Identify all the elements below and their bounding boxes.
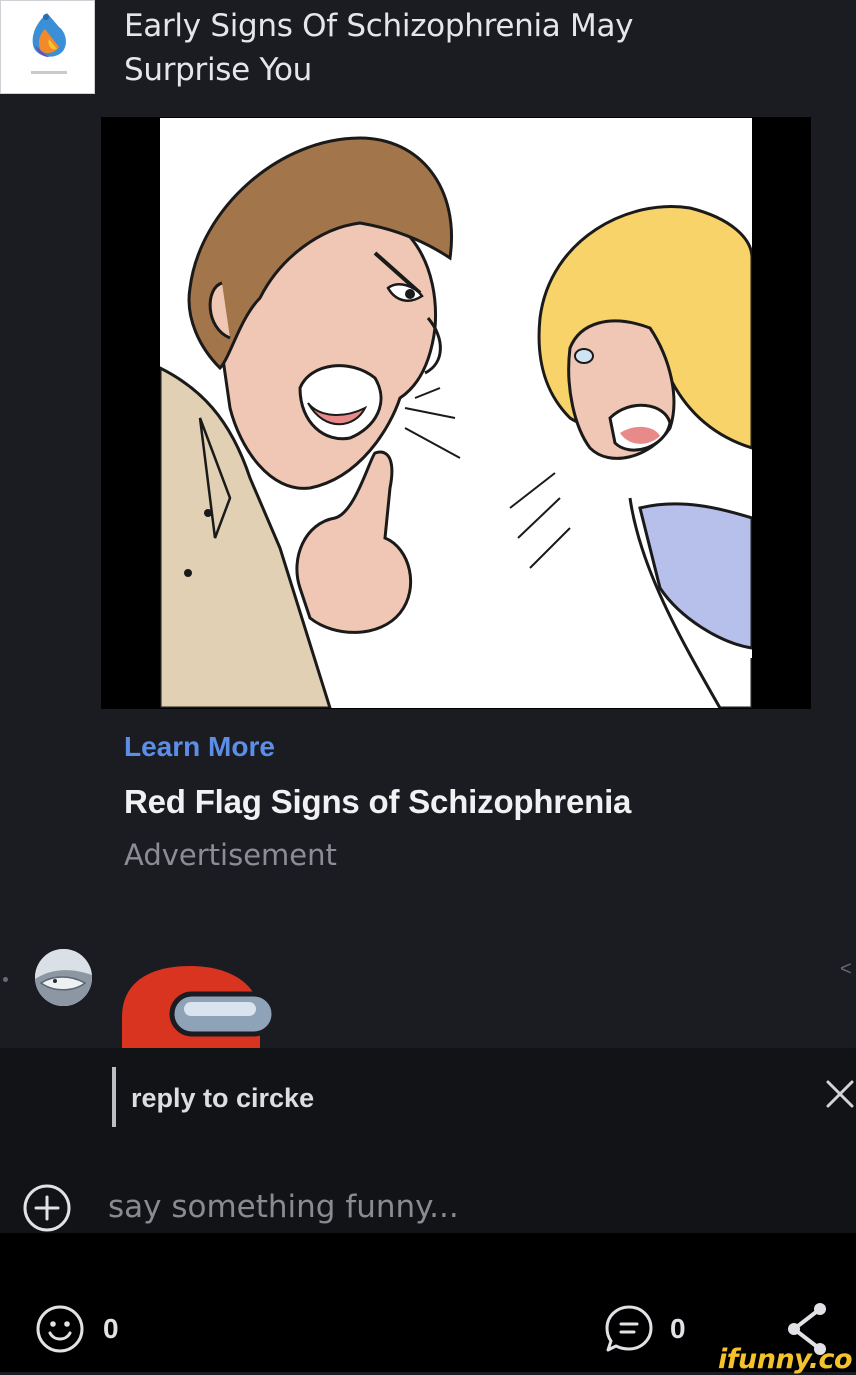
smile-count: 0 [103,1313,119,1344]
comment-image[interactable] [120,962,280,1048]
comment-input-bar [0,1150,856,1233]
bottom-action-bar: 0 0 ifunny.co [0,1233,856,1375]
reply-to-label: reply to circke [131,1083,315,1113]
thread-dot [3,977,8,982]
ad-title[interactable]: Red Flag Signs of Schizophrenia [124,783,631,821]
ad-image[interactable] [101,117,811,709]
avatar[interactable] [35,949,92,1006]
comments-icon[interactable] [604,1304,654,1354]
ifunny-watermark: ifunny.co [718,1344,853,1375]
reply-bar: reply to circke [0,1048,856,1150]
add-circle-icon[interactable] [22,1183,72,1233]
crewmate-image [122,966,277,1048]
chevron-left-icon[interactable]: < [840,958,852,981]
arguing-couple-illustration [160,118,752,708]
ad-illustration [160,118,752,708]
ad-logo[interactable] [0,0,95,94]
ad-logo-caption [31,71,67,74]
comments-count: 0 [670,1313,686,1344]
comment-input[interactable] [108,1184,808,1230]
reply-indicator [112,1067,116,1127]
advertisement-label: Advertisement [124,838,337,872]
smile-icon[interactable] [35,1304,85,1354]
learn-more-link[interactable]: Learn More [124,731,275,763]
close-icon[interactable] [824,1078,856,1110]
ad-headline[interactable]: Early Signs Of Schizophrenia May Surpris… [124,4,764,92]
dolphin-avatar-image [35,949,92,1006]
ad-logo-icon [32,13,66,57]
